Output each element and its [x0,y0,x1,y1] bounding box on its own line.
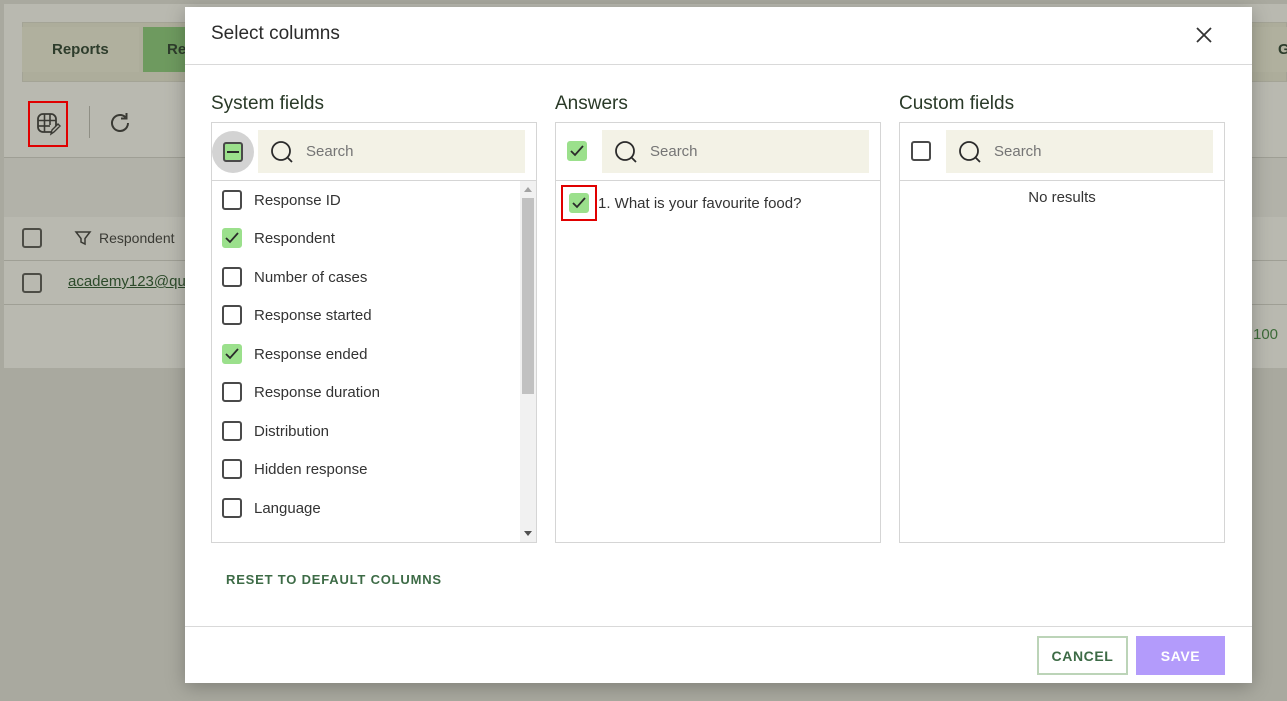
checkbox[interactable] [222,267,242,287]
checkmark-icon [225,348,239,360]
edit-columns-icon[interactable] [28,101,68,147]
list-item[interactable]: Distribution [222,419,329,443]
list-item[interactable]: Response ended [222,342,367,366]
item-label: 1. What is your favourite food? [598,194,802,212]
custom-search-input[interactable] [994,143,1194,160]
answers-select-all-checkbox[interactable] [567,141,587,161]
answers-search-input[interactable] [650,143,850,160]
checkbox[interactable] [222,498,242,518]
system-select-all-checkbox[interactable] [212,131,254,173]
item-label: Number of cases [254,268,368,286]
system-search-input[interactable] [306,143,506,160]
close-icon[interactable] [1192,23,1216,47]
item-label: Respondent [254,229,335,247]
page-size[interactable]: 100 [1253,326,1287,343]
scrollbar[interactable] [520,181,536,542]
system-fields-title: System fields [211,93,324,114]
column-header-respondent[interactable]: Respondent [99,230,175,246]
checkbox[interactable] [222,382,242,402]
row-checkbox[interactable] [22,273,42,293]
item-label: Hidden response [254,460,368,478]
list-item[interactable]: Response started [222,303,372,327]
toolbar-divider [89,106,90,138]
scroll-up-icon[interactable] [524,187,532,192]
answers-search-box[interactable] [602,130,869,173]
filter-icon[interactable] [74,229,92,247]
list-item[interactable]: Number of cases [222,265,367,289]
select-all-checkbox[interactable] [22,228,42,248]
list-item[interactable]: Response ID [222,188,341,212]
answers-title: Answers [555,93,628,114]
select-columns-dialog: Select columns System fields Search Resp… [185,7,1252,683]
dialog-header: Select columns [185,7,1252,65]
list-item[interactable]: Hidden response [222,457,367,481]
scroll-down-icon[interactable] [524,531,532,536]
system-fields-head [212,123,536,181]
list-item[interactable]: Respondent [222,226,335,250]
search-icon [615,140,637,163]
answers-panel: 1. What is your favourite food? [555,122,881,543]
item-label: Response started [254,306,372,324]
system-search-box[interactable] [258,130,525,173]
item-label: Response ID [254,191,341,209]
empty-state: No results [1028,189,1096,206]
scrollbar-thumb[interactable] [522,198,534,394]
tab-partial-right[interactable]: G [1252,27,1287,72]
save-button[interactable]: SAVE [1136,636,1225,675]
indeterminate-icon [223,142,243,162]
respondent-link[interactable]: academy123@qu [68,273,186,290]
search-icon [271,140,293,163]
tab-reports[interactable]: Reports [22,27,139,72]
checkbox[interactable] [222,421,242,441]
search-icon [959,140,981,163]
list-item[interactable]: Language [222,496,321,520]
custom-search-box[interactable] [946,130,1213,173]
cancel-button[interactable]: CANCEL [1037,636,1128,675]
item-label: Distribution [254,422,330,440]
checkmark-icon [572,197,586,209]
checkmark-icon [225,232,239,244]
custom-fields-head [900,123,1224,181]
highlight-box [561,185,597,221]
answers-head [556,123,880,181]
custom-fields-panel: No results [899,122,1225,543]
dialog-title: Select columns [211,23,340,44]
answers-list: 1. What is your favourite food? [556,181,880,542]
custom-select-all-checkbox[interactable] [911,141,931,161]
refresh-icon[interactable] [100,100,140,146]
checkbox[interactable] [569,193,589,213]
dialog-footer: CANCEL SAVE [185,626,1252,683]
checkbox[interactable] [222,459,242,479]
item-label: Response duration [254,383,380,401]
item-label: Response ended [254,345,368,363]
custom-fields-title: Custom fields [899,93,1015,114]
system-fields-list: Response ID Respondent Number of cases R… [212,181,536,542]
checkbox[interactable] [222,344,242,364]
system-fields-panel: Response ID Respondent Number of cases R… [211,122,537,543]
list-item[interactable]: 1. What is your favourite food? [561,185,802,221]
item-label: Language [254,499,321,517]
custom-fields-list: No results [900,181,1224,542]
checkbox[interactable] [222,305,242,325]
checkbox[interactable] [222,228,242,248]
list-item[interactable]: Response duration [222,380,380,404]
checkbox[interactable] [222,190,242,210]
reset-default-columns-button[interactable]: RESET TO DEFAULT COLUMNS [226,572,442,587]
checkmark-icon [570,145,584,157]
